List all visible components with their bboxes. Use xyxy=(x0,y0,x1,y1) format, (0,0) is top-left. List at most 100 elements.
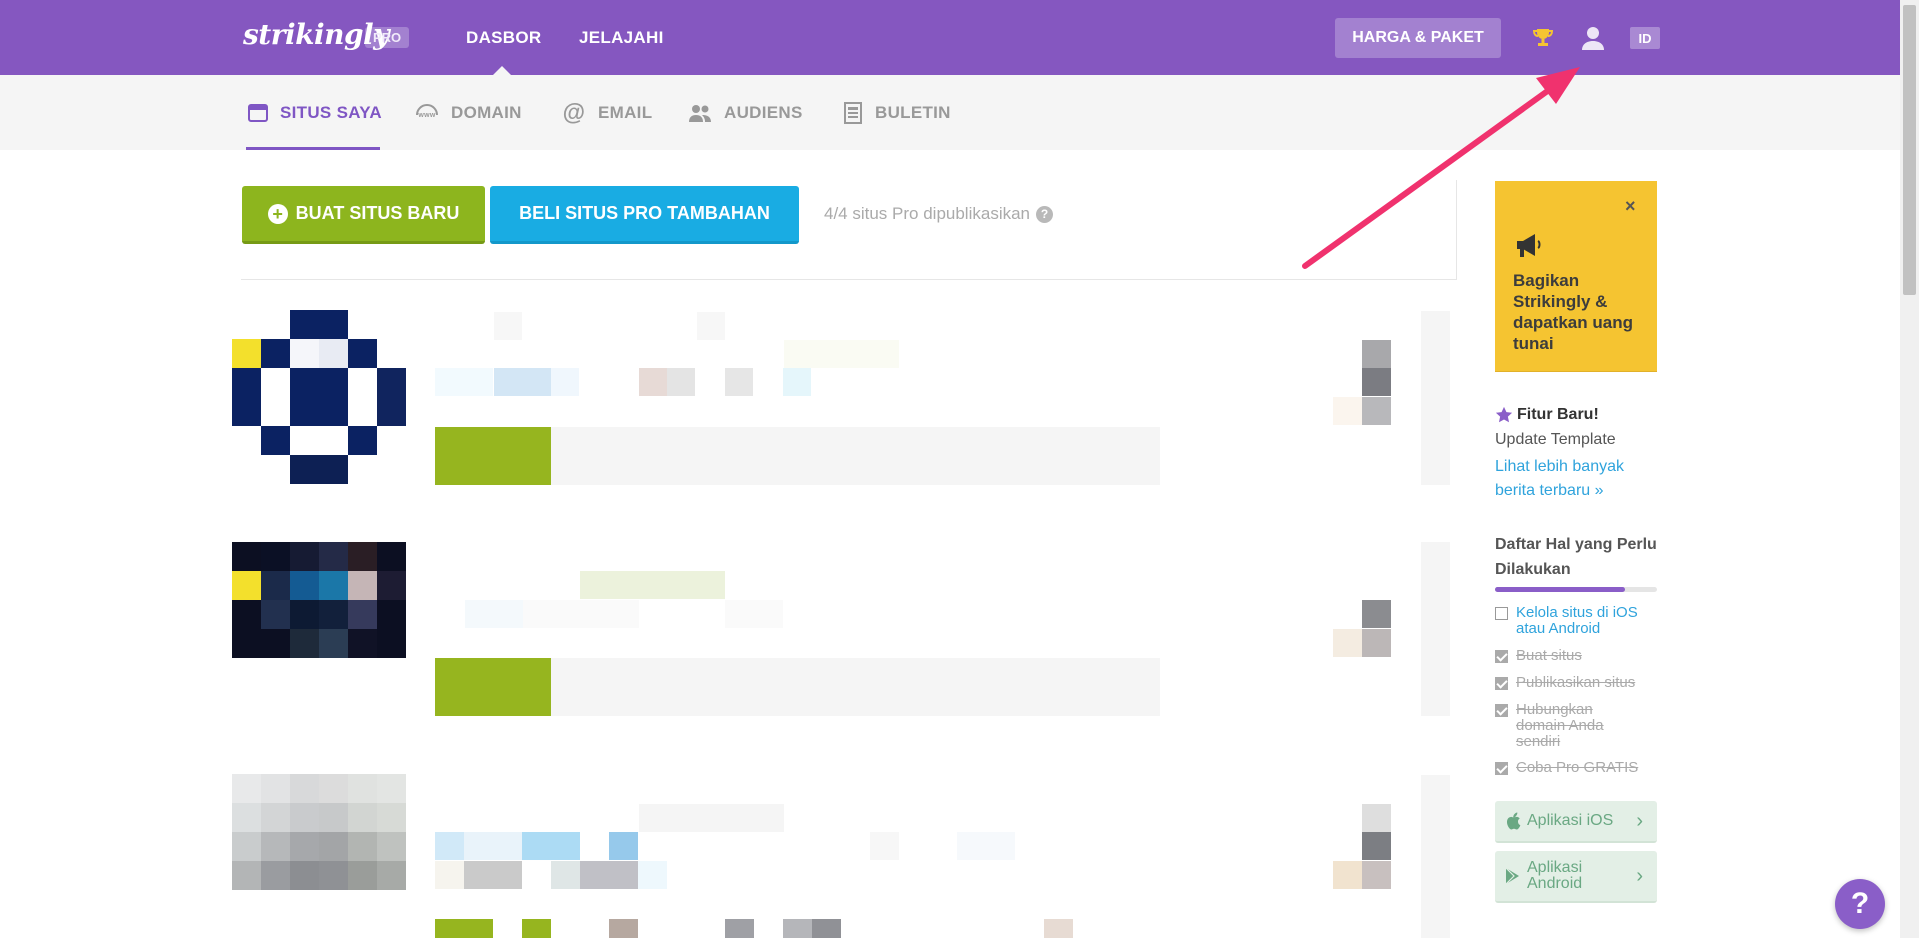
site-url-pixel xyxy=(725,368,753,396)
site-url-pixel xyxy=(870,832,899,860)
site-url-pixel xyxy=(667,368,695,396)
site-url-pixel xyxy=(638,861,667,889)
site-url-pixel xyxy=(609,832,638,860)
site-side-panel xyxy=(1421,311,1450,485)
tab-audience[interactable]: AUDIENS xyxy=(688,102,803,124)
checkbox[interactable] xyxy=(1495,650,1508,663)
site-meta-pixel xyxy=(1362,629,1391,657)
site-side-panel xyxy=(1421,542,1450,716)
site-url-pixel xyxy=(609,919,638,938)
tab-label: EMAIL xyxy=(598,103,653,122)
checkbox[interactable] xyxy=(1495,762,1508,775)
pricing-button[interactable]: HARGA & PAKET xyxy=(1335,18,1501,58)
chevron-right-icon: › xyxy=(1636,809,1643,832)
checkbox[interactable] xyxy=(1495,607,1508,620)
promo-text[interactable]: Bagikan Strikingly & dapatkan uang tunai xyxy=(1513,270,1643,354)
site-thumbnail[interactable] xyxy=(232,542,406,658)
tab-label: AUDIENS xyxy=(724,103,803,122)
question-icon[interactable]: ? xyxy=(1036,205,1054,223)
people-icon xyxy=(689,105,711,122)
site-url-pixel xyxy=(523,600,639,628)
apple-icon xyxy=(1506,812,1521,830)
checkbox[interactable] xyxy=(1495,677,1508,690)
android-app-label: Aplikasi Android xyxy=(1527,859,1583,892)
todo-item[interactable]: Publikasikan situs xyxy=(1495,675,1656,691)
nav-dashboard[interactable]: DASBOR xyxy=(466,28,541,48)
site-thumbnail[interactable] xyxy=(232,310,406,484)
todo-progress-fill xyxy=(1495,587,1625,592)
plus-circle-icon: + xyxy=(267,203,288,224)
tab-label: DOMAIN xyxy=(451,103,522,122)
publish-status: 4/4 situs Pro dipublikasikan ? xyxy=(824,204,1054,224)
site-url-pixel xyxy=(957,832,1015,860)
site-url-pixel xyxy=(435,861,464,889)
svg-text:www: www xyxy=(417,112,435,119)
user-icon[interactable] xyxy=(1580,25,1606,51)
site-url-pixel xyxy=(551,368,579,396)
tab-email[interactable]: @ EMAIL xyxy=(562,101,653,125)
more-news-link[interactable]: Lihat lebih banyak berita terbaru » xyxy=(1495,455,1655,503)
todo-item[interactable]: Buat situs xyxy=(1495,648,1656,664)
trophy-icon[interactable] xyxy=(1531,26,1555,50)
todo-item-label[interactable]: Kelola situs di iOS atau Android xyxy=(1516,605,1656,637)
site-action-button[interactable] xyxy=(435,658,551,716)
checkbox[interactable] xyxy=(1495,704,1508,717)
site-action-button[interactable] xyxy=(435,919,493,938)
svg-text:@: @ xyxy=(563,101,586,125)
tab-my-sites[interactable]: SITUS SAYA xyxy=(248,102,382,124)
site-meta-pixel xyxy=(1333,861,1362,889)
site-url-pixel xyxy=(464,832,522,860)
create-site-button[interactable]: + BUAT SITUS BARU xyxy=(242,186,485,244)
site-info-bar xyxy=(551,658,1160,716)
at-sign-icon: @ xyxy=(563,101,586,125)
site-thumbnail[interactable] xyxy=(232,774,406,890)
publish-status-text: 4/4 situs Pro dipublikasikan xyxy=(824,204,1031,223)
site-url-pixel xyxy=(494,368,551,396)
site-meta-pixel xyxy=(1362,600,1391,628)
create-site-label: BUAT SITUS BARU xyxy=(295,203,460,223)
buy-pro-site-button[interactable]: BELI SITUS PRO TAMBAHAN xyxy=(490,186,799,244)
todo-item[interactable]: Hubungkan domain Anda sendiri xyxy=(1495,702,1626,750)
site-url-pixel xyxy=(465,600,523,628)
new-feature-title: Fitur Baru! xyxy=(1495,406,1599,424)
help-button[interactable]: ? xyxy=(1835,879,1885,929)
site-url-pixel xyxy=(1044,919,1073,938)
site-url-pixel xyxy=(725,919,754,938)
language-badge[interactable]: ID xyxy=(1630,27,1660,49)
ios-app-button[interactable]: Aplikasi iOS › xyxy=(1495,801,1657,843)
newsletter-icon xyxy=(844,102,862,124)
android-app-button[interactable]: Aplikasi Android › xyxy=(1495,851,1657,903)
feature-title-text: Fitur Baru! xyxy=(1517,406,1599,423)
todo-item-label: Buat situs xyxy=(1516,647,1582,664)
scrollbar-thumb[interactable] xyxy=(1903,5,1916,295)
site-url-pixel xyxy=(522,832,580,860)
browser-window-icon xyxy=(248,104,268,122)
site-url-pixel xyxy=(522,919,551,938)
active-nav-caret xyxy=(493,66,511,75)
site-meta-pixel xyxy=(1333,397,1362,425)
site-side-panel xyxy=(1421,775,1450,938)
play-store-icon xyxy=(1505,867,1519,885)
site-info-bar xyxy=(551,427,1160,485)
site-url-pixel xyxy=(435,368,493,396)
site-url-pixel xyxy=(725,600,783,628)
tab-newsletter[interactable]: BULETIN xyxy=(843,102,951,124)
todo-item[interactable]: Kelola situs di iOS atau Android xyxy=(1495,605,1656,637)
tab-label: BULETIN xyxy=(875,103,951,122)
nav-explore[interactable]: JELAJAHI xyxy=(579,28,664,48)
tab-domain[interactable]: www DOMAIN xyxy=(415,102,522,124)
close-icon[interactable]: × xyxy=(1625,196,1636,217)
site-url-pixel xyxy=(812,919,841,938)
site-url-pixel xyxy=(580,861,638,889)
active-tab-indicator xyxy=(246,147,380,150)
site-action-button[interactable] xyxy=(435,427,551,485)
site-url-pixel xyxy=(551,861,580,889)
site-title-pixel xyxy=(494,312,522,340)
site-title-pixel xyxy=(697,312,725,340)
site-meta-pixel xyxy=(1362,861,1391,889)
site-meta-pixel xyxy=(1362,368,1391,396)
todo-item-label: Hubungkan domain Anda sendiri xyxy=(1516,701,1604,750)
site-meta-pixel xyxy=(1333,629,1362,657)
site-url-pixel xyxy=(783,368,811,396)
todo-item[interactable]: Coba Pro GRATIS xyxy=(1495,760,1656,776)
